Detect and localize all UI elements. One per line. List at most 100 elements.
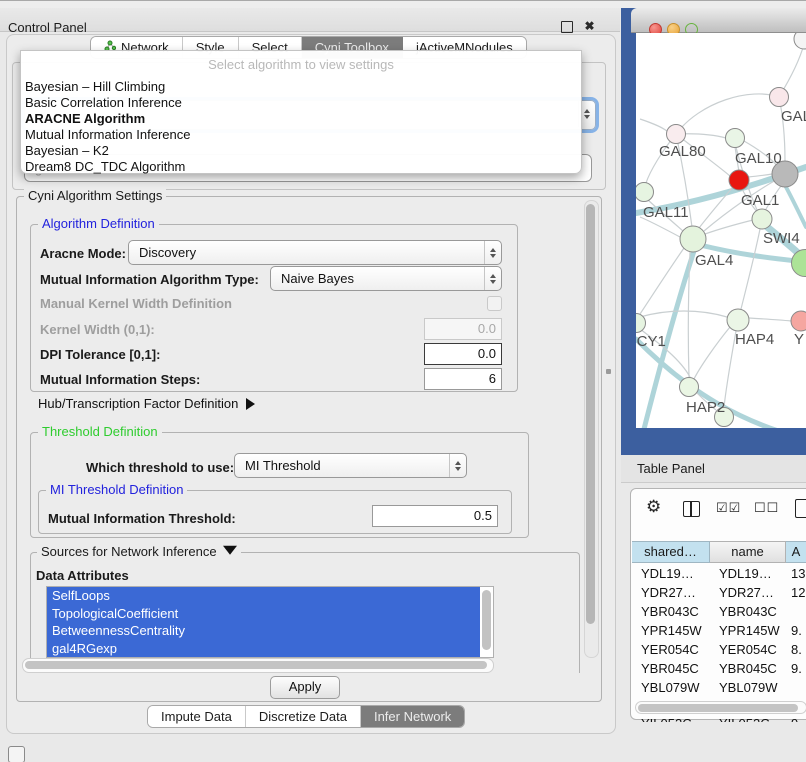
network-node-label: GAL [781,108,806,125]
network-node-GAL80[interactable] [667,125,686,144]
network-node-GAL4[interactable] [680,226,706,252]
attribute-gal4rgexp[interactable]: gal4RGexp [47,640,480,658]
kernel-width-field[interactable]: 0.0 [424,318,502,340]
collapse-arrow-icon [223,546,237,555]
table-row[interactable]: YDR27…YDR27…12 [632,583,806,602]
table-header-row: shared… name A [632,541,806,563]
hub-definition-toggle[interactable]: Hub/Transcription Factor Definition [38,396,255,411]
threshold-definition-title: Threshold Definition [38,424,162,439]
attribute-betweennesscentrality[interactable]: BetweennessCentrality [47,622,480,640]
apply-button[interactable]: Apply [270,676,340,699]
table-panel-titlebar: Table Panel [621,455,806,483]
column-header-shared[interactable]: shared… [632,541,710,563]
column-header-name[interactable]: name [710,541,786,563]
popup-item-bayesian-hill-climbing[interactable]: Bayesian – Hill Climbing [21,79,581,95]
popup-item-bayesian-k2[interactable]: Bayesian – K2 [21,143,581,159]
manual-kernel-width-checkbox[interactable] [487,296,502,311]
network-node-GAL10[interactable] [726,129,745,148]
dpi-tolerance-label: DPI Tolerance [0,1]: [40,347,160,362]
table-row[interactable]: YBR045CYBR045C9. [632,659,806,678]
tab-discretize-data[interactable]: Discretize Data [246,706,361,727]
settings-hscroll-thumb[interactable] [25,661,487,669]
network-node-label: HAP4 [735,331,774,348]
select-all-columns-icon[interactable]: ☑☑ [716,500,741,516]
which-threshold-label: Which threshold to use: [86,460,234,475]
network-node-label: SWI4 [763,230,800,247]
combo-stepper-icon [449,454,466,477]
combo-stepper-icon [484,267,501,290]
mi-algorithm-type-label: Mutual Information Algorithm Type: [40,272,259,287]
tab-infer-network[interactable]: Infer Network [361,706,464,727]
network-node-Y[interactable] [791,311,806,331]
network-node-unlabeled[interactable] [794,33,806,49]
algorithm-combo-placeholder: Select algorithm to view settings [21,57,581,72]
close-panel-icon[interactable]: ✖ [583,20,596,33]
data-attributes-label: Data Attributes [36,568,129,583]
deselect-all-columns-icon[interactable]: ☐☐ [754,500,779,516]
split-columns-icon[interactable] [683,501,700,517]
screen: Control Panel ✖ Network Style Select Cyn… [0,0,806,762]
aracne-mode-combo[interactable]: Discovery [128,240,502,265]
table-hscroll-thumb[interactable] [638,704,798,712]
network-node-label: Y [794,331,804,348]
algorithm-definition-title: Algorithm Definition [38,216,159,231]
table-horizontal-scrollbar[interactable] [635,701,806,714]
new-table-icon[interactable] [795,499,806,518]
mi-algorithm-type-combo[interactable]: Naive Bayes [270,266,502,291]
network-node-label: GAL80 [659,143,706,160]
kernel-width-label: Kernel Width (0,1): [40,322,155,337]
popup-item-basic-correlation[interactable]: Basic Correlation Inference [21,95,581,111]
data-attributes-list[interactable]: SelfLoops TopologicalCoefficient Between… [46,586,494,658]
minimized-panel-icon[interactable] [8,746,25,762]
mi-algorithm-type-value: Naive Bayes [271,271,484,286]
table-row[interactable]: YDL19…YDL19…13 [632,564,806,583]
aracne-mode-label: Aracne Mode: [40,246,126,261]
popup-item-aracne[interactable]: ARACNE Algorithm [21,111,581,127]
mi-steps-field[interactable]: 6 [424,368,502,390]
network-node-label: GAL11 [643,204,689,221]
network-node-HAP2[interactable] [680,378,699,397]
table-row-partial[interactable]: YIL052CYIL052C9. [632,714,806,722]
attribute-topologicalcoefficient[interactable]: TopologicalCoefficient [47,605,480,623]
table-row[interactable]: YBL079WYBL079W [632,678,806,697]
settings-vertical-scrollbar[interactable] [584,200,599,658]
aracne-mode-value: Discovery [129,245,484,260]
manual-kernel-width-label: Manual Kernel Width Definition [40,296,232,311]
sources-group-title[interactable]: Sources for Network Inference [37,544,241,559]
table-row[interactable]: YBR043CYBR043C [632,602,806,621]
network-node-label: HAP2 [686,399,725,416]
dpi-tolerance-field[interactable]: 0.0 [424,343,502,365]
panel-resize-grip[interactable] [606,369,611,374]
control-panel-titlebar: Control Panel ✖ [0,8,620,32]
hub-definition-label: Hub/Transcription Factor Definition [38,396,238,411]
network-node-GAL1[interactable] [729,170,749,190]
network-view-canvas[interactable]: GALGAL80GAL10GAL1GAL11SWI4GAL4GCY1HAP4YH… [636,33,806,428]
settings-horizontal-scrollbar[interactable] [22,658,494,673]
top-strip [0,0,806,8]
popup-item-dream8[interactable]: Dream8 DC_TDC Algorithm [21,159,581,175]
settings-vscroll-thumb[interactable] [586,204,595,624]
network-node-HAP4[interactable] [727,309,749,331]
mi-threshold-group-title: MI Threshold Definition [46,482,187,497]
mi-threshold-field[interactable]: 0.5 [372,505,498,527]
table-row[interactable]: YER054CYER054C8. [632,640,806,659]
table-row[interactable]: YPR145WYPR145W9. [632,621,806,640]
which-threshold-combo[interactable]: MI Threshold [234,453,467,478]
popup-item-mutual-information[interactable]: Mutual Information Inference [21,127,581,143]
cyni-settings-group-title: Cyni Algorithm Settings [24,188,166,203]
which-threshold-value: MI Threshold [235,458,449,473]
attributes-vscroll-thumb[interactable] [482,590,491,650]
network-node-label: GCY1 [636,333,666,350]
attribute-selfloops[interactable]: SelfLoops [47,587,480,605]
table-panel-title: Table Panel [637,461,705,476]
float-panel-icon[interactable] [561,21,573,33]
column-header-partial[interactable]: A [786,541,806,563]
tab-impute-data[interactable]: Impute Data [148,706,246,727]
network-node-SWI4[interactable] [752,209,772,229]
network-node-GAL11[interactable] [636,183,654,202]
control-panel-title: Control Panel [8,20,87,35]
network-node-label: GAL1 [741,192,779,209]
network-node-GAL[interactable] [770,88,789,107]
network-window-titlebar[interactable] [631,8,806,33]
gear-icon[interactable]: ⚙ [646,497,661,517]
